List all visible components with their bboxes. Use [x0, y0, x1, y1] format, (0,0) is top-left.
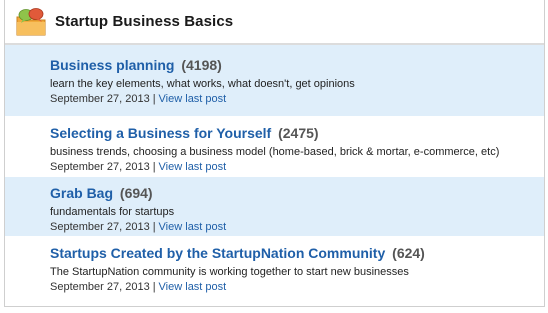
meta-separator: |	[152, 221, 156, 233]
forum-description: learn the key elements, what works, what…	[50, 78, 355, 90]
forum-title-line: Selecting a Business for Yourself (2475)	[50, 124, 534, 142]
forum-title-link[interactable]: Startups Created by the StartupNation Co…	[50, 245, 385, 261]
forum-title-line: Grab Bag (694)	[50, 184, 534, 202]
last-post-date: September 27, 2013	[50, 93, 150, 105]
forum-description: The StartupNation community is working t…	[50, 266, 409, 278]
forum-row: Grab Bag (694) fundamentals for startups…	[5, 177, 544, 237]
forum-row: Selecting a Business for Yourself (2475)…	[5, 117, 544, 177]
meta-separator: |	[152, 93, 156, 105]
view-last-post-link[interactable]: View last post	[159, 93, 227, 105]
forum-title-line: Business planning (4198)	[50, 56, 534, 74]
section-title: Startup Business Basics	[55, 13, 234, 30]
forum-title-line: Startups Created by the StartupNation Co…	[50, 244, 534, 262]
view-last-post-link[interactable]: View last post	[159, 161, 227, 173]
last-post-date: September 27, 2013	[50, 221, 150, 233]
forum-title-link[interactable]: Selecting a Business for Yourself	[50, 125, 271, 141]
forum-meta: September 27, 2013 | View last post	[50, 92, 534, 107]
last-post-date: September 27, 2013	[50, 161, 150, 173]
forum-row: Business planning (4198) learn the key e…	[5, 45, 544, 117]
forum-post-count: (4198)	[181, 57, 222, 73]
meta-separator: |	[152, 161, 156, 173]
forum-meta: September 27, 2013 | View last post	[50, 160, 534, 175]
forum-title-link[interactable]: Business planning	[50, 57, 174, 73]
last-post-date: September 27, 2013	[50, 281, 150, 293]
view-last-post-link[interactable]: View last post	[159, 221, 227, 233]
forum-description: fundamentals for startups	[50, 206, 175, 218]
forum-row: Startups Created by the StartupNation Co…	[5, 237, 544, 301]
view-last-post-link[interactable]: View last post	[159, 281, 227, 293]
forum-meta: September 27, 2013 | View last post	[50, 280, 534, 295]
forum-description: business trends, choosing a business mod…	[50, 146, 500, 158]
forum-post-count: (624)	[392, 245, 425, 261]
section-header: Startup Business Basics	[5, 0, 544, 45]
forum-title-link[interactable]: Grab Bag	[50, 185, 113, 201]
forum-post-count: (694)	[119, 185, 153, 201]
chat-bubbles-icon	[11, 2, 51, 42]
forum-meta: September 27, 2013 | View last post	[50, 220, 534, 235]
forum-post-count: (2475)	[278, 125, 319, 141]
meta-separator: |	[152, 281, 156, 293]
forum-section-panel: Startup Business Basics Business plannin…	[4, 0, 545, 307]
